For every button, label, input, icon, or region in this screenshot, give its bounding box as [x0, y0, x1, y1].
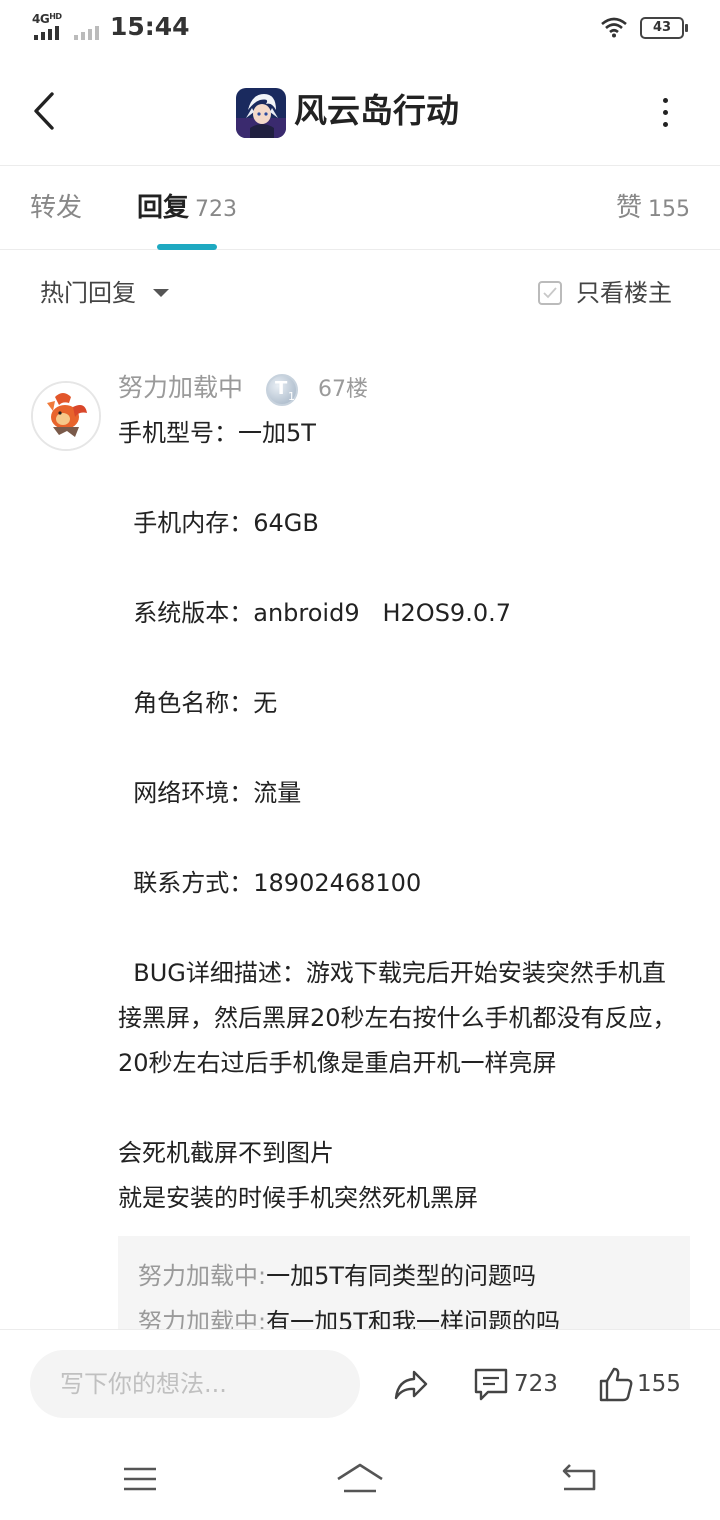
- comment-line: 系统版本：anbroid9 H2OS9.0.7: [118, 599, 511, 627]
- battery-level: 43: [652, 20, 672, 35]
- home-icon[interactable]: [334, 1459, 386, 1499]
- level-badge-letter: T: [275, 378, 288, 399]
- comment-line: 网络环境：流量: [118, 779, 302, 807]
- tab-likes-count: 155: [648, 197, 691, 222]
- sub-reply-user[interactable]: 努力加载中: [138, 1262, 258, 1290]
- level-badge-number: 1: [288, 390, 295, 403]
- sub-reply-user[interactable]: 努力加载中: [138, 1308, 258, 1330]
- back-icon[interactable]: [558, 1459, 602, 1499]
- avatar[interactable]: [31, 381, 101, 451]
- app-header: 风云岛行动: [0, 56, 720, 166]
- only-op-checkbox[interactable]: [538, 281, 562, 305]
- sub-reply[interactable]: 努力加载中:有一加5T和我一样问题的吗: [138, 1300, 560, 1330]
- chevron-left-icon[interactable]: [26, 86, 66, 136]
- tab-likes[interactable]: 赞 155: [616, 188, 690, 230]
- tab-forward-label: 转发: [30, 193, 83, 223]
- network-suffix: HD: [49, 12, 62, 21]
- comment-username[interactable]: 努力加载中: [118, 368, 243, 408]
- tab-replies-label: 回复: [137, 193, 190, 223]
- page-title: 风云岛行动: [294, 91, 459, 130]
- status-bar: 4GHD 15:44 43: [0, 0, 720, 56]
- sub-reply-text: 有一加5T和我一样问题的吗: [266, 1308, 561, 1330]
- comment-icon[interactable]: [472, 1364, 510, 1404]
- wifi-icon: [601, 17, 627, 38]
- sub-reply-text: 一加5T有同类型的问题吗: [266, 1262, 537, 1290]
- game-logo-icon: [236, 88, 286, 138]
- more-vertical-icon[interactable]: [650, 92, 680, 134]
- status-time: 15:44: [110, 12, 190, 41]
- floor-number: 67楼: [318, 377, 368, 402]
- comment-line: 手机内存：64GB: [118, 509, 319, 537]
- comment-line: 角色名称：无: [118, 689, 278, 717]
- comment-line: 联系方式：18902468100: [118, 869, 422, 897]
- comment-line: 就是安装的时候手机突然死机黑屏: [118, 1184, 478, 1212]
- comment-paragraph: BUG详细描述：游戏下载完后开始安装突然手机直接黑屏，然后黑屏20秒左右按什么手…: [118, 959, 677, 1077]
- sort-bar: 热门回复 只看楼主: [0, 250, 720, 336]
- sub-reply[interactable]: 努力加载中:一加5T有同类型的问题吗: [138, 1254, 536, 1298]
- level-badge-icon: T 1: [266, 374, 298, 406]
- network-type: 4G: [32, 12, 50, 26]
- comment-line: 手机型号：一加5T: [118, 419, 316, 447]
- sort-dropdown[interactable]: 热门回复: [40, 274, 136, 312]
- tab-likes-label: 赞: [616, 193, 643, 223]
- tab-replies[interactable]: 回复 723: [137, 188, 237, 230]
- cellular-signal-icon: 4GHD: [32, 12, 104, 42]
- tab-bar: 转发 回复 723 赞 155: [0, 166, 720, 250]
- comment-input[interactable]: [30, 1350, 360, 1418]
- battery-icon: 43: [640, 17, 688, 39]
- share-icon[interactable]: [392, 1364, 430, 1404]
- action-bar: 723 155: [0, 1329, 720, 1441]
- menu-icon[interactable]: [118, 1459, 162, 1499]
- tab-forward[interactable]: 转发: [30, 188, 82, 228]
- sub-replies[interactable]: 努力加载中:一加5T有同类型的问题吗 努力加载中:有一加5T和我一样问题的吗: [118, 1236, 690, 1330]
- check-icon: [543, 287, 557, 299]
- comment-line: 会死机截屏不到图片: [118, 1139, 334, 1167]
- like-count[interactable]: 155: [637, 1368, 681, 1400]
- system-navigation-bar: [0, 1441, 720, 1520]
- thumbs-up-icon[interactable]: [598, 1364, 634, 1404]
- only-op-label[interactable]: 只看楼主: [576, 274, 672, 312]
- tab-replies-count: 723: [195, 197, 238, 222]
- comment-count[interactable]: 723: [514, 1368, 558, 1400]
- caret-down-icon[interactable]: [153, 289, 169, 297]
